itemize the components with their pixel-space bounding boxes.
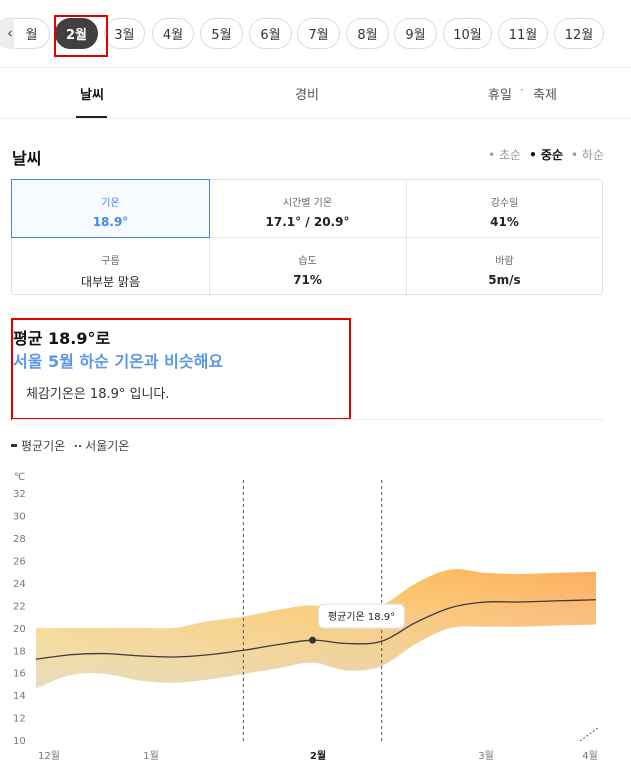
annotation-box-month [54,15,108,57]
stat-wind[interactable]: 바람 5m/s [406,238,603,296]
category-tabs: 날씨 경비 휴일 · 축제 [0,69,631,119]
month-label: 10월 [453,28,482,43]
weather-stats-grid: 기온 18.9° 시간별 기온 17.1° / 20.9° 강수일 41% 구름… [11,179,603,296]
x-tick-label: 1월 [143,750,159,762]
month-label: 월 [25,28,38,43]
month-label: 7월 [308,28,329,43]
section-divider [12,419,604,420]
y-tick-label: 28 [13,534,26,545]
month-pill-10[interactable]: 10월 [443,18,492,49]
y-tick-label: 24 [13,579,26,590]
stat-label: 바람 [495,256,514,267]
month-pill-3[interactable]: 3월 [104,18,145,49]
y-tick-label: 30 [13,512,26,523]
chart-legend: 평균기온 서울기온 [11,437,129,454]
stat-label: 기온 [101,198,120,209]
month-pill-12[interactable]: 12월 [554,18,604,49]
y-tick-label: 12 [13,714,26,725]
month-label: 6월 [260,28,281,43]
period-early[interactable]: • 초순 [488,146,521,163]
y-tick-label: 10 [13,736,26,747]
month-selector: ‹ 월 2월 3월 4월 5월 6월 7월 8월 9월 10월 11월 12월 [0,0,631,68]
y-tick-label: 22 [13,601,26,612]
y-tick-label: 26 [13,557,26,568]
tab-separator-dot: · [520,83,524,97]
stat-hourly-temp[interactable]: 시간별 기온 17.1° / 20.9° [209,180,406,238]
stat-value: 41% [490,215,519,229]
month-pill-5[interactable]: 5월 [200,18,243,49]
legend-seoul: 서울기온 [85,439,130,453]
month-label: 5월 [211,28,232,43]
temperature-range-band [36,569,596,689]
period-selector: • 초순 • 중순 • 하순 [488,146,604,163]
month-label: 9월 [405,28,426,43]
stat-clouds[interactable]: 구름 대부분 맑음 [12,238,209,296]
stat-label: 강수일 [490,198,519,209]
stat-label: 습도 [298,256,317,267]
temperature-chart: ℃ 10 12 14 16 18 20 22 24 26 28 30 32 12월 1월 2월 3월 4월 평균… [13,472,599,762]
legend-swatch-seoul [75,444,82,447]
tab-festival[interactable]: 축제 [533,84,557,103]
y-axis: ℃ 10 12 14 16 18 20 22 24 26 28 30 32 [13,472,26,747]
stat-rain-days[interactable]: 강수일 41% [406,180,603,238]
month-pill-9[interactable]: 9월 [394,18,437,49]
tab-cost[interactable]: 경비 [295,84,319,103]
month-label: 3월 [114,28,135,43]
month-pill-6[interactable]: 6월 [249,18,292,49]
month-pill-4[interactable]: 4월 [152,18,194,49]
stat-temperature[interactable]: 기온 18.9° [11,179,210,238]
stat-value: 대부분 맑음 [80,275,140,289]
stat-value: 18.9° [92,215,129,229]
stat-value: 17.1° / 20.9° [265,215,350,229]
tab-holiday[interactable]: 휴일 [488,84,512,103]
tooltip-label: 평균기온 18.9° [328,611,395,623]
stat-humidity[interactable]: 습도 71% [209,238,406,296]
period-late[interactable]: • 하순 [571,146,604,163]
x-tick-label: 3월 [478,750,494,762]
month-pill-11[interactable]: 11월 [498,18,548,49]
annotation-box-summary [11,318,351,420]
month-pill-7[interactable]: 7월 [297,18,340,49]
y-axis-unit: ℃ [14,472,25,483]
month-label: 4월 [162,28,184,43]
x-tick-label: 2월 [310,750,326,762]
y-tick-label: 14 [13,691,26,702]
y-tick-label: 16 [13,669,26,680]
y-tick-label: 20 [13,624,26,635]
month-pill-8[interactable]: 8월 [346,18,389,49]
stat-value: 5m/s [488,273,521,287]
x-axis: 12월 1월 2월 3월 4월 [38,750,598,762]
stat-label: 시간별 기온 [282,198,333,209]
highlight-point [309,636,317,644]
series-line-seoul [579,727,599,742]
tab-active-indicator [76,116,107,118]
month-label: 12월 [564,28,594,43]
stat-label: 구름 [101,256,120,267]
x-tick-label: 12월 [38,750,60,762]
temperature-band-fade [36,569,596,689]
y-tick-label: 18 [13,646,26,657]
y-tick-label: 32 [13,489,26,500]
legend-avg: 평균기온 [21,439,66,453]
month-label: 8월 [357,28,378,43]
month-pill-1[interactable]: 월 [14,18,50,49]
period-mid[interactable]: • 중순 [529,146,563,163]
month-label: 11월 [508,28,538,43]
weather-section-title: 날씨 [12,149,42,168]
tab-weather[interactable]: 날씨 [80,84,104,103]
x-tick-label: 4월 [582,750,598,762]
legend-swatch-avg [11,444,17,447]
stat-value: 71% [293,273,322,287]
